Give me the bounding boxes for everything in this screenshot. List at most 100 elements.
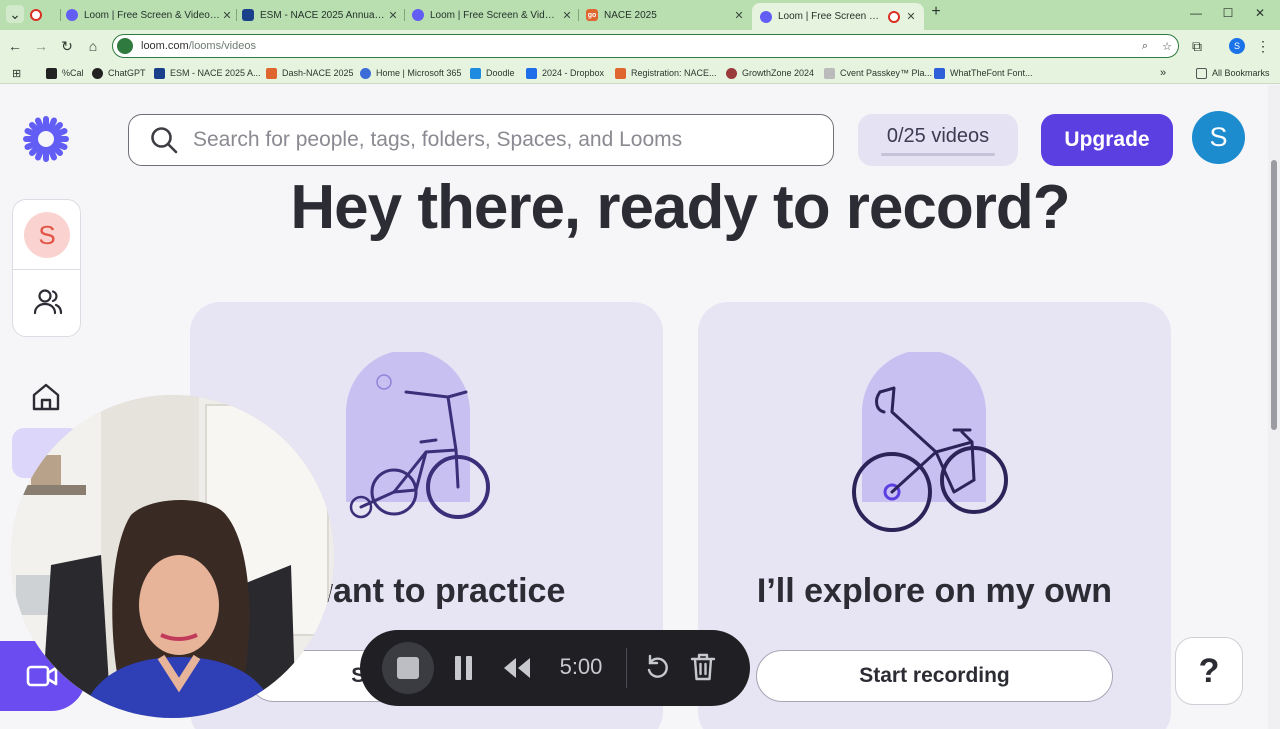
workspace-switcher: S [12,199,81,337]
site-info-icon[interactable] [117,38,133,54]
start-recording-button[interactable]: Start recording [756,650,1113,702]
stop-icon [397,657,419,679]
user-avatar[interactable]: S [1192,111,1245,164]
cal-favicon-icon [46,67,57,79]
bookmark-star-icon[interactable]: ☆ [1156,40,1178,53]
webcam-feed-image [11,395,334,718]
home-icon[interactable] [30,381,62,413]
extensions-icon[interactable]: ⧉ [1188,37,1206,55]
video-quota-text: 0/25 videos [886,124,990,147]
tab-title: Loom | Free Screen & Video Re [84,9,220,21]
bookmark-item[interactable]: ESM - NACE 2025 A... [154,66,261,80]
close-window-button[interactable]: ✕ [1246,6,1274,20]
more-bookmarks-icon[interactable]: » [1160,66,1166,80]
url-text: loom.com/looms/videos [141,40,256,52]
bookmark-item[interactable]: 2024 - Dropbox [526,66,604,80]
recording-dot-icon [30,9,42,21]
esm-favicon-icon [154,67,165,79]
browser-tabstrip: ⌄ Loom | Free Screen & Video Re ✕ ESM - … [0,0,1280,30]
reload-icon[interactable]: ↻ [58,37,76,55]
browser-tab-active[interactable]: Loom | Free Screen & Video ✕ [752,3,924,30]
doodle-favicon-icon [470,67,481,79]
rewind-icon[interactable] [502,656,532,680]
people-icon[interactable] [32,286,64,318]
scrollbar-thumb[interactable] [1271,160,1277,430]
training-wheels-bike-icon [346,352,490,519]
tab-search-button[interactable]: ⌄ [6,5,24,23]
tab-recording[interactable] [30,4,58,26]
tab-title: Loom | Free Screen & Video Re [430,9,560,21]
loom-page: S 0/25 videos Upgrade S Hey there, ready… [0,85,1280,729]
browser-profile-avatar[interactable]: S [1229,38,1245,54]
bookmark-item[interactable]: WhatTheFont Font... [934,66,1033,80]
folder-icon [1196,67,1207,79]
bookmark-item[interactable]: Dash-NACE 2025 [266,66,354,80]
nace-favicon-icon [266,67,277,79]
new-tab-button[interactable]: + [922,3,950,21]
nace-favicon-icon [615,67,626,79]
close-tab-icon[interactable]: ✕ [732,9,746,22]
minimize-button[interactable]: — [1182,6,1210,20]
help-button[interactable]: ? [1175,637,1243,705]
tab-title: ESM - NACE 2025 Annual Conf [260,9,386,21]
close-tab-icon[interactable]: ✕ [560,9,574,22]
home-icon[interactable]: ⌂ [84,37,102,55]
dropbox-favicon-icon [526,67,537,79]
esm-favicon-icon [242,9,254,21]
chatgpt-favicon-icon [92,67,103,79]
whatthefont-favicon-icon [934,67,945,79]
back-icon[interactable]: ← [6,37,24,55]
zoom-icon[interactable]: ⌕ [1134,40,1156,53]
search-icon [151,127,178,154]
growthzone-favicon-icon [726,67,737,79]
nace-favicon-icon: go [586,9,598,21]
forward-icon[interactable]: → [32,37,50,55]
bookmark-item[interactable]: Registration: NACE... [615,66,717,80]
search-input[interactable] [193,128,813,152]
workspace-avatar[interactable]: S [24,212,70,258]
browser-tab[interactable]: ESM - NACE 2025 Annual Conf ✕ [242,4,400,26]
more-menu-icon[interactable]: ⋮ [1254,37,1272,55]
webcam-bubble[interactable] [11,395,334,718]
close-tab-icon[interactable]: ✕ [904,10,918,23]
bookmark-item[interactable]: Doodle [470,66,515,80]
close-tab-icon[interactable]: ✕ [386,9,400,22]
bookmark-item[interactable]: Cvent Passkey™ Pla... [824,66,932,80]
close-tab-icon[interactable]: ✕ [220,9,234,22]
tab-title: Loom | Free Screen & Video [778,11,884,22]
trash-icon[interactable] [690,653,716,681]
page-scrollbar[interactable] [1268,85,1280,729]
apps-grid-icon[interactable]: ⊞ [12,66,21,80]
bookmark-item[interactable]: Home | Microsoft 365 [360,66,461,80]
loom-favicon-icon [760,10,772,23]
restart-icon[interactable] [645,654,669,680]
bookmark-item[interactable]: GrowthZone 2024 [726,66,814,80]
recording-controls: 5:00 [360,630,750,706]
pause-icon[interactable] [454,656,474,680]
explore-card[interactable]: I’ll explore on my own Start recording [698,302,1171,729]
loom-logo-icon[interactable] [22,115,70,163]
browser-tab[interactable]: Loom | Free Screen & Video Re ✕ [66,4,234,26]
bookmark-item[interactable]: ChatGPT [92,66,146,80]
upgrade-button[interactable]: Upgrade [1041,114,1173,166]
bookmarks-bar: ⊞ %Cal ChatGPT ESM - NACE 2025 A... Dash… [0,62,1280,84]
browser-toolbar: ← → ↻ ⌂ loom.com/looms/videos ⌕ ☆ ⧉ ⋮ [0,30,1280,62]
loom-favicon-icon [66,9,78,21]
address-bar[interactable]: loom.com/looms/videos ⌕ ☆ [112,34,1179,58]
tab-title: NACE 2025 [604,9,657,21]
microsoft365-favicon-icon [360,67,371,79]
video-quota-bar [881,152,995,156]
browser-tab[interactable]: Loom | Free Screen & Video Re ✕ [412,4,574,26]
browser-tab[interactable]: go NACE 2025 ✕ [586,4,746,26]
all-bookmarks-button[interactable]: All Bookmarks [1196,66,1270,80]
video-quota-indicator[interactable]: 0/25 videos [858,114,1018,166]
bicycle-icon [852,352,1008,532]
search-bar[interactable] [128,114,834,166]
bookmark-item[interactable]: %Cal [46,66,84,80]
maximize-button[interactable]: ☐ [1214,6,1242,20]
explore-card-title: I’ll explore on my own [756,572,1113,610]
stop-recording-button[interactable] [382,642,434,694]
cvent-favicon-icon [824,67,835,79]
recording-timer: 5:00 [559,654,603,679]
recording-dot-icon [888,10,900,23]
